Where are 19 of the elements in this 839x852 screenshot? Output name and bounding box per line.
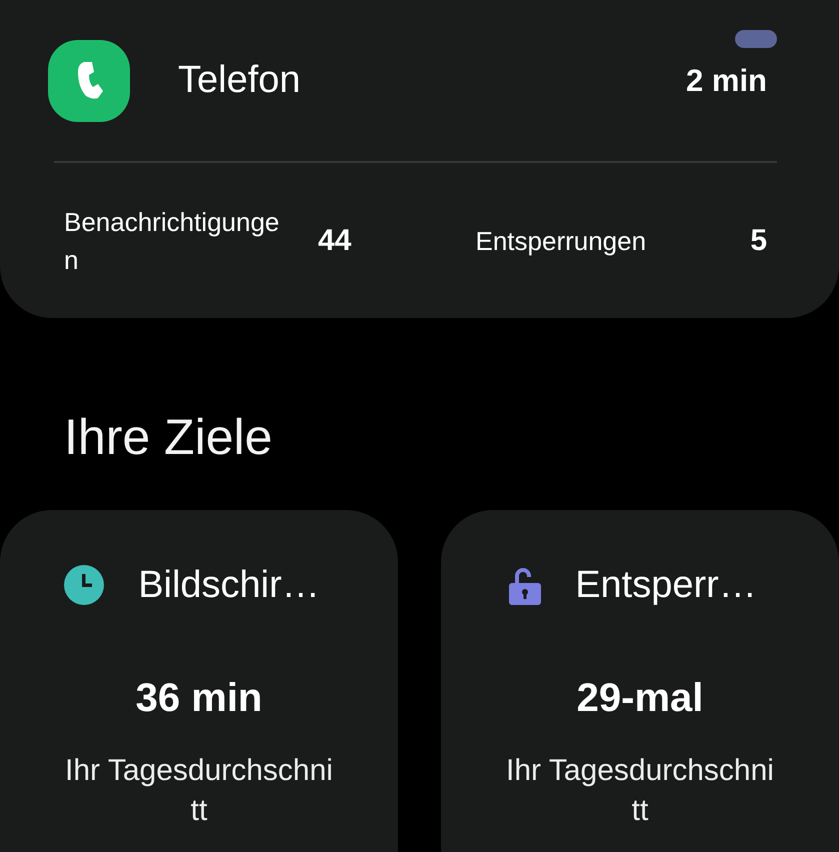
goal-card[interactable]: Entsperr… 29-mal Ihr Tagesdurchschnitt: [441, 510, 839, 852]
goal-title: Bildschir…: [138, 564, 320, 606]
usage-bar: [735, 30, 777, 48]
stat-label: Entsperrungen: [476, 224, 648, 258]
clock-icon: [64, 565, 104, 605]
section-title: Ihre Ziele: [64, 408, 274, 467]
unlocked-padlock-icon: [509, 565, 542, 605]
stat-value: 5: [750, 224, 767, 258]
goal-caption: Ihr Tagesdurchschnitt: [64, 753, 334, 829]
usage-time: 2 min: [686, 62, 767, 98]
phone-app-icon[interactable]: [48, 40, 130, 122]
goal-card[interactable]: Bildschir… 36 min Ihr Tagesdurchschnitt: [0, 510, 398, 852]
goal-title: Entsperr…: [575, 564, 757, 606]
stat-value: 44: [318, 224, 352, 258]
goal-value: 36 min: [134, 676, 264, 721]
goal-caption: Ihr Tagesdurchschnitt: [505, 753, 775, 829]
stat-label: Benachrichtigungen: [64, 206, 280, 276]
app-name: Telefon: [178, 59, 302, 102]
goal-value: 29-mal: [576, 676, 704, 721]
